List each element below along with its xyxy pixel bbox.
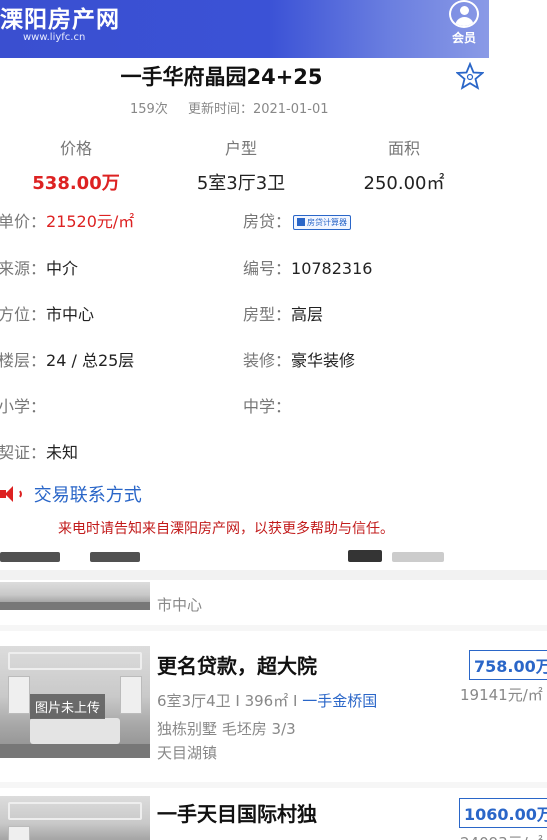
number-value: 10782316 [291, 259, 373, 278]
contact-notice: 来电时请告知来自溧阳房产网，以获更多帮助与信任。 [58, 521, 394, 537]
listing-meta: 159次 更新时间：2021-01-01 [130, 98, 329, 117]
calculator-icon [297, 218, 306, 226]
loan-calculator-button[interactable]: 房贷计算器 [293, 215, 352, 230]
related-listing-card[interactable]: 图片未上传 更名贷款，超大院 6室3厅4卫 I 396㎡ I 一手金桥国 独栋别… [0, 632, 547, 782]
project-link[interactable]: 一手金桥国 [302, 692, 377, 710]
decoration-row: 装修：豪华装修 [243, 351, 356, 370]
source-row: 来源：中介 [0, 259, 79, 278]
layout-value: 5室3厅3卫 [196, 173, 286, 194]
contact-title: 交易联系方式 [33, 485, 142, 506]
listing-location: 市中心 [157, 596, 203, 614]
price-value: 538.00万 [32, 173, 120, 194]
view-count: 159次 [130, 102, 168, 117]
area-value: 250.00㎡ [363, 173, 445, 194]
building-type-row: 房型：高层 [243, 305, 324, 324]
section-divider [0, 625, 547, 631]
listing-thumbnail: 图片未上传 [0, 646, 150, 758]
middle-school-row: 中学： [243, 397, 292, 416]
number-row: 编号：10782316 [243, 259, 373, 278]
listing-price: 758.00万 [469, 650, 547, 680]
contact-details-cutoff [0, 548, 480, 562]
related-listing-card[interactable]: 一手天目国际村独 1060.00万 24093元/㎡ [0, 790, 547, 840]
decoration-value: 豪华装修 [291, 351, 356, 370]
listing-thumbnail [0, 582, 150, 610]
unit-price-row: 单价：21520元/㎡ [0, 212, 135, 231]
loan-row: 房贷： 房贷计算器 [243, 208, 352, 232]
listing-price: 1060.00万 [459, 798, 547, 828]
price-stat: 价格 538.00万 [1, 135, 151, 195]
listing-spec: 6室3厅4卫 I 396㎡ I 一手金桥国 [157, 692, 378, 710]
layout-label: 户型 [224, 139, 257, 158]
listing-name: 更名贷款，超大院 [157, 654, 317, 678]
speaker-icon [0, 484, 24, 504]
related-listing-card[interactable]: 市中心 [0, 582, 547, 624]
location-value: 市中心 [46, 305, 95, 324]
member-button[interactable]: 会员 [447, 0, 481, 46]
floor-value: 24 / 总25层 [46, 351, 135, 370]
layout-stat: 户型 5室3厅3卫 [166, 135, 316, 195]
primary-school-row: 小学： [0, 397, 47, 416]
deed-value: 未知 [46, 443, 79, 462]
location-row: 方位：市中心 [0, 305, 95, 324]
area-stat: 面积 250.00㎡ [329, 135, 479, 195]
source-value: 中介 [46, 259, 79, 278]
favorite-star-icon[interactable] [456, 62, 484, 90]
unit-price-value: 21520元/㎡ [46, 212, 135, 231]
deed-row: 契证：未知 [0, 443, 79, 462]
listing-thumbnail [0, 796, 150, 840]
price-label: 价格 [59, 139, 92, 158]
user-icon [449, 0, 479, 28]
site-logo[interactable]: 溧阳房产网 [0, 0, 120, 34]
listing-unit-price: 19141元/㎡ [460, 686, 543, 704]
no-image-label: 图片未上传 [30, 694, 106, 719]
key-stats: 价格 538.00万 户型 5室3厅3卫 面积 250.00㎡ [0, 135, 547, 195]
listing-name: 一手天目国际村独 [157, 802, 317, 826]
member-label: 会员 [451, 31, 476, 45]
floor-row: 楼层：24 / 总25层 [0, 351, 135, 370]
building-type-value: 高层 [291, 305, 324, 324]
listing-unit-price: 24093元/㎡ [460, 832, 543, 840]
section-divider [0, 782, 547, 788]
listing-type: 独栋别墅 毛坯房 3/3 [157, 720, 296, 738]
area-label: 面积 [387, 139, 420, 158]
site-header: 溧阳房产网 www.liyfc.cn 会员 [0, 0, 489, 58]
listing-location: 天目湖镇 [157, 744, 218, 762]
update-time: 更新时间：2021-01-01 [187, 102, 329, 117]
contact-section-header: 交易联系方式 [0, 481, 142, 507]
section-divider [0, 570, 547, 580]
site-url: www.liyfc.cn [23, 32, 86, 43]
